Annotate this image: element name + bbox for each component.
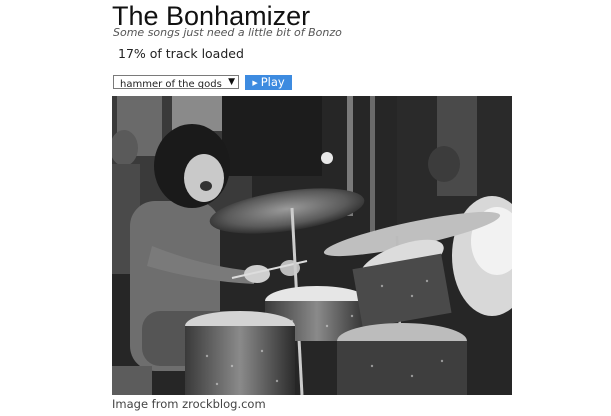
play-button-label: Play xyxy=(260,75,285,89)
play-icon: ▶ xyxy=(252,79,258,87)
track-select[interactable]: hammer of the gods ▼ xyxy=(113,75,239,89)
load-status: 17% of track loaded xyxy=(118,46,244,61)
track-select-value: hammer of the gods xyxy=(120,79,222,89)
drummer-photo xyxy=(112,96,512,395)
page-subtitle: Some songs just need a little bit of Bon… xyxy=(113,26,342,39)
chevron-down-icon: ▼ xyxy=(226,76,235,88)
play-button[interactable]: ▶ Play xyxy=(245,75,292,90)
image-credit: Image from zrockblog.com xyxy=(112,397,266,411)
